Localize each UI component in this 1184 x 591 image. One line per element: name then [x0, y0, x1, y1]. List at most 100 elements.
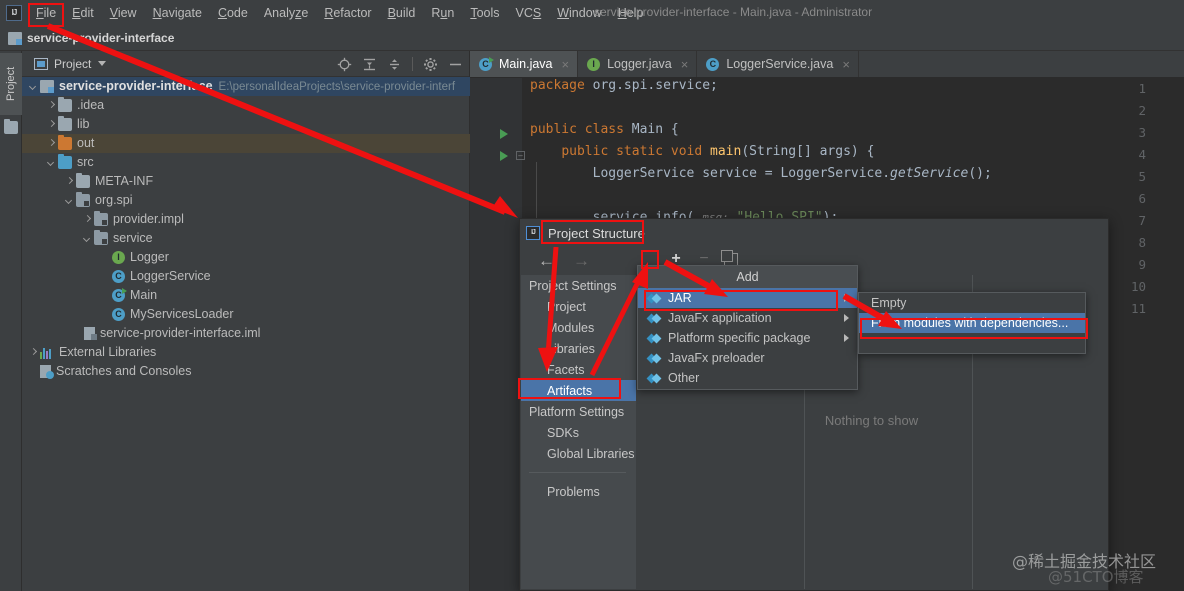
run-gutter-icon[interactable]	[500, 129, 508, 139]
menu-item-jar[interactable]: JAR	[638, 288, 857, 308]
tree-row-src[interactable]: src	[22, 153, 470, 172]
close-icon[interactable]: ×	[562, 57, 570, 72]
menu-item-edit[interactable]: Edit	[64, 2, 102, 24]
editor-tab-logger-java[interactable]: I Logger.java ×	[578, 51, 698, 77]
close-icon[interactable]: ×	[681, 57, 689, 72]
editor-tab-label: Logger.java	[607, 57, 672, 71]
chevron-closed-icon[interactable]	[46, 139, 56, 149]
tree-row-lib[interactable]: lib	[22, 115, 470, 134]
menu-item-platform-specific-package[interactable]: Platform specific package	[638, 328, 857, 348]
menu-bar[interactable]: File Edit View Navigate Code Analyze Ref…	[28, 0, 651, 26]
menu-item-javafx-application[interactable]: JavaFx application	[638, 308, 857, 328]
sidebar-item-artifacts[interactable]: Artifacts	[521, 380, 636, 401]
tree-row-myservicesloader[interactable]: C MyServicesLoader	[22, 305, 470, 324]
collapse-all-icon[interactable]	[387, 57, 402, 72]
menu-item-build[interactable]: Build	[380, 2, 424, 24]
dialog-sidebar[interactable]: Project Settings Project Modules Librari…	[521, 275, 636, 589]
tree-row-iml-file[interactable]: service-provider-interface.iml	[22, 324, 470, 343]
sidebar-item-modules[interactable]: Modules	[521, 317, 636, 338]
interface-icon: I	[112, 251, 125, 264]
menu-item-vcs[interactable]: VCS	[508, 2, 550, 24]
menu-item-code[interactable]: Code	[210, 2, 256, 24]
menu-item-analyze[interactable]: Analyze	[256, 2, 316, 24]
add-popup-menu[interactable]: Add JAR JavaFx application Platform spec…	[637, 265, 858, 390]
chevron-open-icon[interactable]	[28, 82, 38, 92]
tree-label: Main	[130, 288, 158, 302]
menu-item-other[interactable]: Other	[638, 368, 857, 388]
gear-icon[interactable]	[423, 57, 438, 72]
sidebar-item-libraries[interactable]: Libraries	[521, 338, 636, 359]
sidebar-item-facets[interactable]: Facets	[521, 359, 636, 380]
chevron-closed-icon[interactable]	[82, 215, 92, 225]
chevron-closed-icon[interactable]	[46, 101, 56, 111]
class-icon: C	[706, 57, 720, 71]
menu-item-empty[interactable]: Empty	[859, 293, 1085, 313]
menu-item-navigate[interactable]: Navigate	[145, 2, 210, 24]
code-line-1: package org.spi.service;	[530, 78, 718, 93]
menu-item-label: Platform specific package	[668, 331, 811, 345]
tree-label: out	[77, 136, 95, 150]
editor-tab-main-java[interactable]: C Main.java ×	[470, 51, 579, 77]
tree-row-provider-impl[interactable]: provider.impl	[22, 210, 470, 229]
project-view-icon	[34, 57, 48, 70]
editor-tab-loggerservice-java[interactable]: C LoggerService.java ×	[697, 51, 859, 77]
code-line-5: LoggerService service = LoggerService.ge…	[592, 166, 992, 181]
sidebar-item-global-libraries[interactable]: Global Libraries	[521, 443, 636, 464]
scratches-icon	[40, 365, 54, 379]
editor-tab-bar[interactable]: C Main.java × I Logger.java × C LoggerSe…	[470, 51, 1184, 78]
project-panel-title[interactable]: Project	[54, 57, 91, 71]
chevron-closed-icon[interactable]	[64, 177, 74, 187]
close-icon[interactable]: ×	[842, 57, 850, 72]
tree-label: service	[113, 231, 153, 245]
locate-icon[interactable]	[337, 57, 352, 72]
back-icon[interactable]: ←	[538, 252, 555, 269]
tree-row-service[interactable]: service	[22, 229, 470, 248]
chevron-open-icon[interactable]	[46, 158, 56, 168]
sidebar-item-project[interactable]: Project	[521, 296, 636, 317]
chevron-down-icon[interactable]	[98, 61, 107, 66]
tree-row-out[interactable]: out	[22, 134, 470, 153]
fold-region-icon[interactable]: –	[516, 151, 525, 160]
sidebar-group-project-settings: Project Settings	[529, 278, 617, 293]
sidebar-item-problems[interactable]: Problems	[521, 481, 636, 502]
forward-icon[interactable]: →	[573, 252, 590, 269]
structure-folder-icon[interactable]	[4, 119, 18, 134]
tree-label: .idea	[77, 98, 105, 112]
chevron-closed-icon[interactable]	[28, 348, 38, 358]
folder-icon	[58, 97, 72, 112]
menu-item-refactor[interactable]: Refactor	[316, 2, 379, 24]
menu-item-label: JAR	[668, 291, 692, 305]
tool-window-button-project[interactable]: Project	[0, 53, 22, 115]
tree-row-scratches[interactable]: Scratches and Consoles	[22, 362, 470, 381]
menu-item-file[interactable]: File	[28, 2, 64, 24]
minimize-icon[interactable]	[448, 57, 463, 72]
tree-row-logger[interactable]: I Logger	[22, 248, 470, 267]
tree-row-org-spi[interactable]: org.spi	[22, 191, 470, 210]
jar-submenu[interactable]: Empty From modules with dependencies...	[858, 292, 1086, 354]
tree-row-idea[interactable]: .idea	[22, 96, 470, 115]
tree-row-external-libraries[interactable]: External Libraries	[22, 343, 470, 362]
tree-row-project-root[interactable]: service-provider-interface E:\personalId…	[22, 77, 470, 96]
chevron-closed-icon[interactable]	[46, 120, 56, 130]
menu-item-view[interactable]: View	[102, 2, 145, 24]
editor-gutter[interactable]	[470, 78, 522, 591]
menu-item-from-modules-with-dependencies[interactable]: From modules with dependencies...	[859, 313, 1085, 333]
navbar-project-name[interactable]: service-provider-interface	[27, 31, 174, 45]
menu-item-javafx-preloader[interactable]: JavaFx preloader	[638, 348, 857, 368]
project-tree[interactable]: service-provider-interface E:\personalId…	[22, 77, 470, 591]
tree-row-meta-inf[interactable]: META-INF	[22, 172, 470, 191]
menu-item-run[interactable]: Run	[423, 2, 462, 24]
chevron-open-icon[interactable]	[82, 234, 92, 244]
dialog-nav-buttons[interactable]: ← →	[528, 247, 648, 273]
interface-icon: I	[587, 57, 601, 71]
tree-row-main[interactable]: C Main	[22, 286, 470, 305]
menu-item-tools[interactable]: Tools	[462, 2, 507, 24]
project-panel-toolbar[interactable]	[337, 51, 463, 77]
run-gutter-icon[interactable]	[500, 151, 508, 161]
menu-item-label: JavaFx preloader	[668, 351, 765, 365]
tree-row-loggerservice[interactable]: C LoggerService	[22, 267, 470, 286]
sidebar-item-sdks[interactable]: SDKs	[521, 422, 636, 443]
chevron-open-icon[interactable]	[64, 196, 74, 206]
expand-all-icon[interactable]	[362, 57, 377, 72]
navigation-bar[interactable]: service-provider-interface	[0, 26, 1184, 51]
